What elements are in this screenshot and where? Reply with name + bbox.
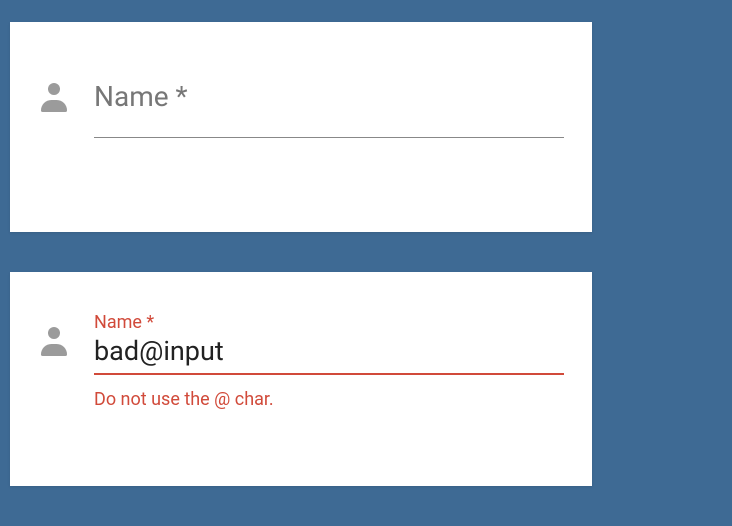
person-icon xyxy=(38,80,70,114)
form-card-empty: Name * xyxy=(10,22,592,232)
name-field-helper: Do not use the @ char. xyxy=(94,375,564,410)
form-card-error: Name * Do not use the @ char. xyxy=(10,272,592,486)
name-field-empty[interactable]: Name * xyxy=(94,80,564,138)
name-input[interactable] xyxy=(94,335,564,373)
name-field-placeholder: Name * xyxy=(94,80,564,137)
name-field-label: Name * xyxy=(94,312,564,333)
name-field-error[interactable]: Name * Do not use the @ char. xyxy=(94,312,564,410)
person-icon xyxy=(38,312,70,358)
input-underline xyxy=(94,137,564,138)
